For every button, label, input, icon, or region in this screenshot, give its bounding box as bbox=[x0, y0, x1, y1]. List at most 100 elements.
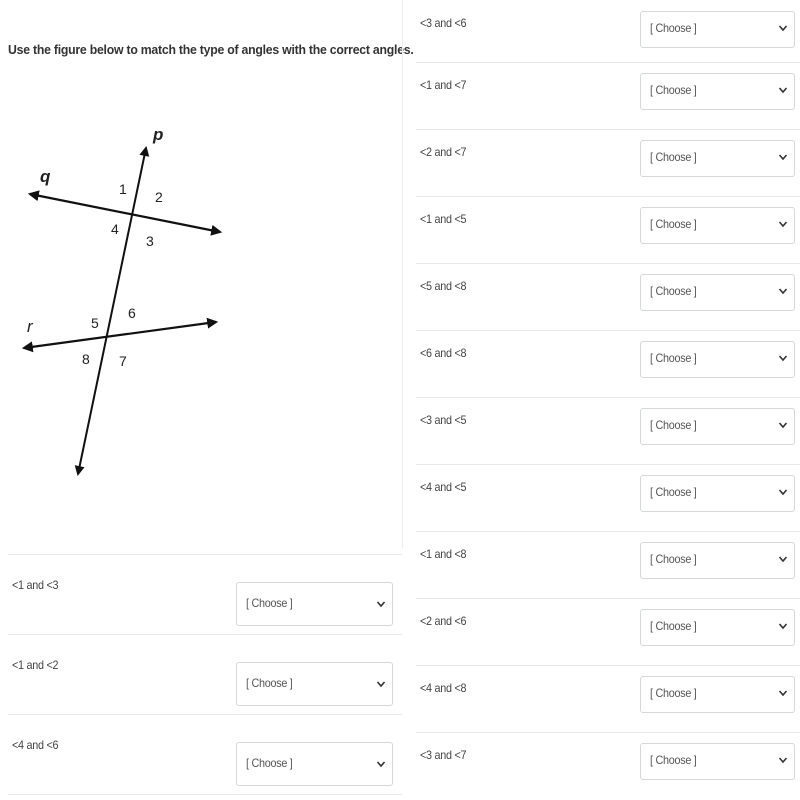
angle-type-select[interactable]: [ Choose ] bbox=[640, 140, 795, 177]
match-row: <1 and <3 [ Choose ] bbox=[8, 554, 402, 634]
angle-pair-label: <4 and <5 bbox=[420, 480, 467, 494]
transversal-figure: p q r 1 2 3 4 5 6 7 8 bbox=[21, 125, 223, 476]
line-label-q: q bbox=[40, 167, 51, 186]
angle-label-8: 8 bbox=[82, 351, 90, 367]
angle-pair-label: <3 and <6 bbox=[420, 16, 467, 30]
instructions-text: Use the figure below to match the type o… bbox=[8, 42, 414, 57]
select-value: [ Choose ] bbox=[650, 284, 697, 298]
chevron-down-icon bbox=[778, 422, 788, 429]
select-value: [ Choose ] bbox=[246, 676, 293, 690]
chevron-down-icon bbox=[778, 623, 788, 630]
select-value: [ Choose ] bbox=[246, 596, 293, 610]
select-value: [ Choose ] bbox=[650, 150, 697, 164]
angle-type-select[interactable]: [ Choose ] bbox=[236, 742, 393, 786]
match-row: <4 and <8 [ Choose ] bbox=[416, 665, 800, 732]
select-value: [ Choose ] bbox=[650, 552, 697, 566]
select-value: [ Choose ] bbox=[650, 83, 697, 97]
angle-type-select[interactable]: [ Choose ] bbox=[640, 475, 795, 512]
angle-pair-label: <1 and <2 bbox=[12, 658, 59, 672]
angle-label-2: 2 bbox=[155, 189, 163, 205]
angle-type-select[interactable]: [ Choose ] bbox=[640, 207, 795, 244]
angle-type-select[interactable]: [ Choose ] bbox=[640, 11, 795, 48]
angle-type-select[interactable]: [ Choose ] bbox=[236, 662, 393, 706]
line-p bbox=[74, 146, 150, 476]
select-value: [ Choose ] bbox=[650, 753, 697, 767]
angle-type-select[interactable]: [ Choose ] bbox=[640, 542, 795, 579]
angle-pair-label: <1 and <8 bbox=[420, 547, 467, 561]
row-divider bbox=[416, 196, 800, 197]
row-divider bbox=[416, 598, 800, 599]
angle-pair-label: <1 and <3 bbox=[12, 578, 59, 592]
angle-pair-label: <6 and <8 bbox=[420, 346, 467, 360]
match-row: <4 and <5 [ Choose ] bbox=[416, 464, 800, 531]
angle-label-1: 1 bbox=[119, 181, 127, 197]
row-divider bbox=[416, 129, 800, 130]
angle-type-select[interactable]: [ Choose ] bbox=[640, 676, 795, 713]
row-divider bbox=[416, 330, 800, 331]
angle-type-select[interactable]: [ Choose ] bbox=[640, 609, 795, 646]
angle-type-select[interactable]: [ Choose ] bbox=[640, 73, 795, 110]
angle-pair-label: <3 and <5 bbox=[420, 413, 467, 427]
chevron-down-icon bbox=[376, 601, 386, 608]
line-label-r: r bbox=[27, 317, 34, 336]
row-divider bbox=[416, 62, 800, 63]
chevron-down-icon bbox=[778, 690, 788, 697]
select-value: [ Choose ] bbox=[650, 485, 697, 499]
angle-type-select[interactable]: [ Choose ] bbox=[640, 408, 795, 445]
row-divider bbox=[416, 732, 800, 733]
line-q bbox=[27, 190, 223, 236]
match-row: <1 and <2 [ Choose ] bbox=[8, 634, 402, 714]
match-row: <3 and <5 [ Choose ] bbox=[416, 397, 800, 464]
row-divider bbox=[416, 665, 800, 666]
chevron-down-icon bbox=[778, 355, 788, 362]
chevron-down-icon bbox=[778, 556, 788, 563]
chevron-down-icon bbox=[376, 681, 386, 688]
line-label-p: p bbox=[152, 125, 163, 144]
angle-type-select[interactable]: [ Choose ] bbox=[640, 341, 795, 378]
angle-type-select[interactable]: [ Choose ] bbox=[236, 582, 393, 626]
row-divider bbox=[416, 531, 800, 532]
chevron-down-icon bbox=[376, 761, 386, 768]
row-divider bbox=[416, 397, 800, 398]
left-column: Use the figure below to match the type o… bbox=[0, 0, 414, 800]
match-row: <1 and <8 [ Choose ] bbox=[416, 531, 800, 598]
right-column: <3 and <6 [ Choose ] <1 and <7 [ Choose … bbox=[403, 0, 800, 800]
angle-label-5: 5 bbox=[91, 315, 99, 331]
angle-label-6: 6 bbox=[128, 305, 136, 321]
chevron-down-icon bbox=[778, 87, 788, 94]
angle-pair-label: <1 and <7 bbox=[420, 78, 467, 92]
row-divider bbox=[8, 554, 402, 555]
angle-label-4: 4 bbox=[111, 221, 119, 237]
match-row: <1 and <7 [ Choose ] bbox=[416, 62, 800, 129]
select-value: [ Choose ] bbox=[650, 351, 697, 365]
angle-pair-label: <1 and <5 bbox=[420, 212, 467, 226]
angle-type-select[interactable]: [ Choose ] bbox=[640, 274, 795, 311]
angle-pair-label: <4 and <8 bbox=[420, 681, 467, 695]
match-row: <2 and <6 [ Choose ] bbox=[416, 598, 800, 665]
select-value: [ Choose ] bbox=[650, 21, 697, 35]
match-row: <6 and <8 [ Choose ] bbox=[416, 330, 800, 397]
row-divider bbox=[8, 714, 402, 715]
chevron-down-icon bbox=[778, 489, 788, 496]
select-value: [ Choose ] bbox=[650, 418, 697, 432]
angle-label-3: 3 bbox=[146, 233, 154, 249]
select-value: [ Choose ] bbox=[650, 686, 697, 700]
chevron-down-icon bbox=[778, 221, 788, 228]
row-divider bbox=[8, 794, 402, 795]
angle-pair-label: <4 and <6 bbox=[12, 738, 59, 752]
chevron-down-icon bbox=[778, 154, 788, 161]
match-row: <2 and <7 [ Choose ] bbox=[416, 129, 800, 196]
match-row: <3 and <6 [ Choose ] bbox=[416, 0, 800, 67]
angle-pair-label: <2 and <6 bbox=[420, 614, 467, 628]
angle-label-7: 7 bbox=[119, 353, 127, 369]
angle-pair-label: <2 and <7 bbox=[420, 145, 467, 159]
select-value: [ Choose ] bbox=[246, 756, 293, 770]
match-row: <3 and <7 [ Choose ] bbox=[416, 732, 800, 799]
chevron-down-icon bbox=[778, 25, 788, 32]
row-divider bbox=[8, 634, 402, 635]
row-divider bbox=[416, 464, 800, 465]
select-value: [ Choose ] bbox=[650, 217, 697, 231]
angle-type-select[interactable]: [ Choose ] bbox=[640, 743, 795, 780]
select-value: [ Choose ] bbox=[650, 619, 697, 633]
angle-pair-label: <3 and <7 bbox=[420, 748, 467, 762]
